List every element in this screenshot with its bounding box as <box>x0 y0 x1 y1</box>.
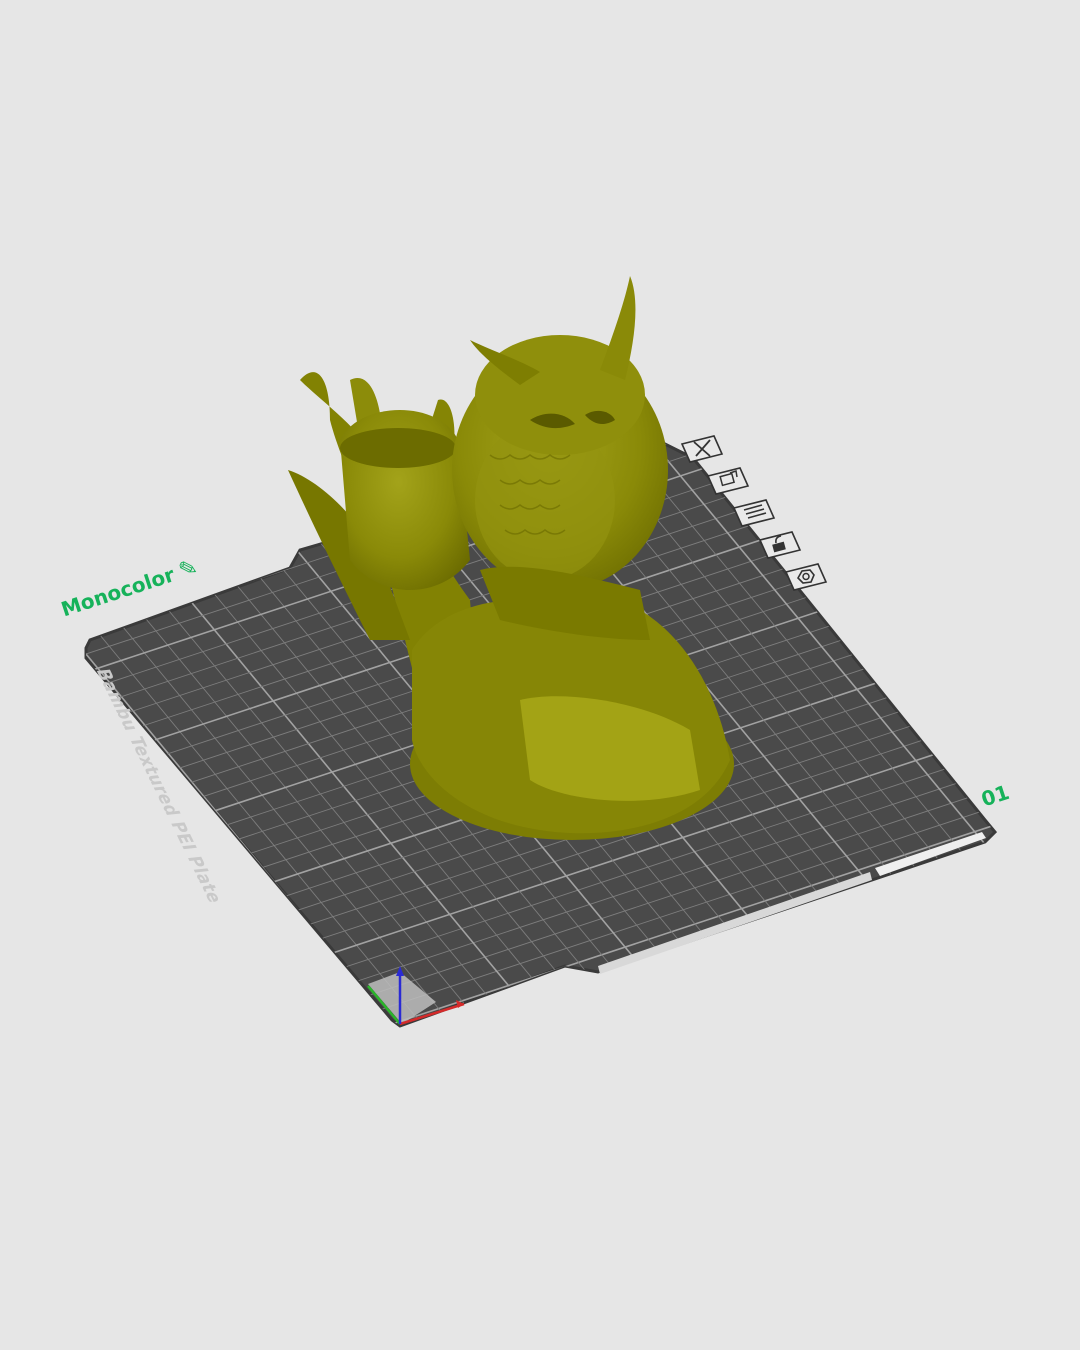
x-icon <box>680 435 724 463</box>
unlock-icon <box>758 531 802 559</box>
lock-button[interactable] <box>758 530 802 560</box>
arrange-icon <box>706 467 750 495</box>
plate-settings-gear-button[interactable] <box>784 562 828 592</box>
scene <box>84 276 998 1028</box>
close-plate-button[interactable] <box>680 434 724 464</box>
list-icon <box>732 499 776 527</box>
gear-icon <box>784 563 828 591</box>
plate-settings-button[interactable] <box>732 498 776 528</box>
arrange-button[interactable] <box>706 466 750 496</box>
3d-viewport[interactable]: Monocolor✎ 01 Bambu Textured PEI Plate <box>0 0 1080 1350</box>
